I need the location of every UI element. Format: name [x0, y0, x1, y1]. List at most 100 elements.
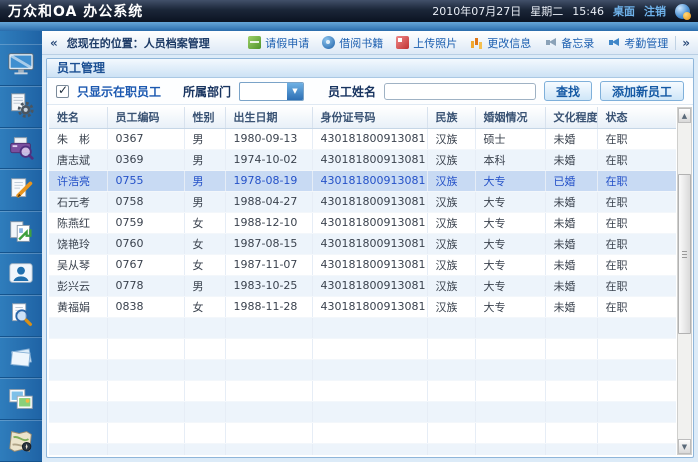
add-employee-button[interactable]: 添加新员工 — [600, 81, 684, 101]
sidebar-item-files[interactable] — [0, 337, 42, 379]
table-cell — [312, 317, 427, 338]
photos-icon — [6, 384, 36, 414]
sidebar-item-document-settings[interactable] — [0, 86, 42, 128]
scroll-up-icon[interactable]: ▲ — [678, 108, 691, 123]
table-row[interactable]: 陈燕红0759女1988-12-10430181800913081汉族大专未婚在… — [49, 212, 676, 233]
table-cell — [597, 359, 676, 380]
dropdown-arrow-icon[interactable]: ▼ — [287, 83, 303, 100]
printer-search-icon — [6, 133, 36, 163]
column-header[interactable]: 员工编码 — [107, 107, 184, 128]
toolbar-link[interactable]: 借阅书籍 — [322, 35, 383, 51]
table-cell: 0759 — [107, 212, 184, 233]
column-header[interactable]: 状态 — [597, 107, 676, 128]
document-pen-icon — [6, 175, 36, 205]
table-cell: 汉族 — [427, 170, 475, 191]
table-cell — [49, 401, 107, 422]
toolbar-link[interactable]: 备忘录 — [544, 35, 594, 51]
table-cell — [312, 380, 427, 401]
table-cell: 0755 — [107, 170, 184, 191]
table-cell — [475, 443, 545, 455]
toolbar-link[interactable]: 更改信息 — [470, 35, 531, 51]
sidebar-item-reports[interactable] — [0, 211, 42, 253]
table-cell — [184, 401, 225, 422]
table-cell: 大专 — [475, 296, 545, 317]
column-header[interactable]: 民族 — [427, 107, 475, 128]
vertical-scrollbar[interactable]: ▲ ▼ — [677, 107, 692, 455]
empty-table-row — [49, 380, 676, 401]
table-cell: 在职 — [597, 170, 676, 191]
table-cell: 0767 — [107, 254, 184, 275]
logout-link[interactable]: 注销 — [644, 3, 666, 19]
search-button[interactable]: 查找 — [544, 81, 592, 101]
table-cell: 0367 — [107, 128, 184, 149]
empty-table-row — [49, 422, 676, 443]
table-header-row: 姓名员工编码性别出生日期身份证号码民族婚姻情况文化程度状态 — [49, 107, 676, 128]
column-header[interactable]: 身份证号码 — [312, 107, 427, 128]
table-cell — [184, 338, 225, 359]
employee-name-label: 员工姓名 — [328, 83, 376, 100]
sidebar-item-employee-profile[interactable] — [0, 253, 42, 295]
sidebar-item-map[interactable] — [0, 420, 42, 462]
table-cell: 1983-10-25 — [225, 275, 312, 296]
toolbar-link[interactable]: 考勤管理 — [607, 35, 668, 51]
table-cell — [225, 443, 312, 455]
table-cell — [312, 338, 427, 359]
only-active-label[interactable]: 只显示在职员工 — [77, 83, 161, 100]
workspace: 员工管理 ✓ 只显示在职员工 所属部门 ▼ 员工姓名 查找 — [42, 55, 698, 462]
department-select-value — [240, 83, 287, 100]
table-cell: 在职 — [597, 191, 676, 212]
sidebar-item-edit-document[interactable] — [0, 169, 42, 211]
table-cell: 许浩亮 — [49, 170, 107, 191]
department-select[interactable]: ▼ — [239, 82, 304, 101]
table-cell — [107, 380, 184, 401]
table-cell: 未婚 — [545, 296, 597, 317]
table-cell: 1978-08-19 — [225, 170, 312, 191]
topbar-right: 2010年07月27日 星期二 15:46 桌面 注销 — [432, 3, 690, 19]
table-header: 姓名员工编码性别出生日期身份证号码民族婚姻情况文化程度状态 — [49, 107, 676, 128]
table-cell — [107, 401, 184, 422]
table-cell — [225, 338, 312, 359]
table-cell: 在职 — [597, 149, 676, 170]
table-row[interactable]: 黄福娟0838女1988-11-28430181800913081汉族大专未婚在… — [49, 296, 676, 317]
table-row[interactable]: 许浩亮0755男1978-08-19430181800913081汉族大专已婚在… — [49, 170, 676, 191]
table-row[interactable]: 石元考0758男1988-04-27430181800913081汉族大专未婚在… — [49, 191, 676, 212]
globe-icon[interactable] — [675, 4, 690, 19]
table-cell: 女 — [184, 296, 225, 317]
column-header[interactable]: 文化程度 — [545, 107, 597, 128]
document-gear-icon — [6, 91, 36, 121]
table-cell — [225, 422, 312, 443]
table-cell: 汉族 — [427, 191, 475, 212]
collapse-right-icon[interactable]: » — [675, 36, 692, 50]
breadcrumb-bar: « 您现在的位置：人员档案管理 请假申请 借阅书籍 — [42, 31, 698, 55]
table-cell: 已婚 — [545, 170, 597, 191]
employee-name-input[interactable] — [384, 83, 536, 100]
column-header[interactable]: 婚姻情况 — [475, 107, 545, 128]
sidebar-item-photos[interactable] — [0, 378, 42, 420]
leave-request-icon — [248, 36, 261, 49]
table-cell: 朱 彬 — [49, 128, 107, 149]
table-row[interactable]: 唐志斌0369男1974-10-02430181800913081汉族本科未婚在… — [49, 149, 676, 170]
toolbar-link[interactable]: 上传照片 — [396, 35, 457, 51]
column-header[interactable]: 性别 — [184, 107, 225, 128]
sidebar-item-print-preview[interactable] — [0, 128, 42, 170]
desktop-link[interactable]: 桌面 — [613, 3, 635, 19]
only-active-checkbox[interactable]: ✓ — [56, 85, 69, 98]
folder-icon — [6, 342, 36, 372]
table-row[interactable]: 朱 彬0367男1980-09-13430181800913081汉族硕士未婚在… — [49, 128, 676, 149]
toolbar-link[interactable]: 请假申请 — [248, 35, 309, 51]
column-header[interactable]: 姓名 — [49, 107, 107, 128]
scrollbar-thumb[interactable] — [678, 174, 691, 334]
table-cell — [107, 317, 184, 338]
column-header[interactable]: 出生日期 — [225, 107, 312, 128]
sidebar-item-document-search[interactable] — [0, 295, 42, 337]
table-row[interactable]: 饶艳玲0760女1987-08-15430181800913081汉族大专未婚在… — [49, 233, 676, 254]
scroll-down-icon[interactable]: ▼ — [678, 439, 691, 454]
collapse-left-icon[interactable]: « — [48, 36, 60, 50]
table-cell — [545, 401, 597, 422]
table-cell — [427, 359, 475, 380]
sidebar-item-desktop[interactable] — [0, 44, 42, 86]
table-row[interactable]: 彭兴云0778男1983-10-25430181800913081汉族大专未婚在… — [49, 275, 676, 296]
header-divider — [0, 22, 698, 31]
table-cell: 0778 — [107, 275, 184, 296]
table-row[interactable]: 吴从琴0767女1987-11-07430181800913081汉族大专未婚在… — [49, 254, 676, 275]
